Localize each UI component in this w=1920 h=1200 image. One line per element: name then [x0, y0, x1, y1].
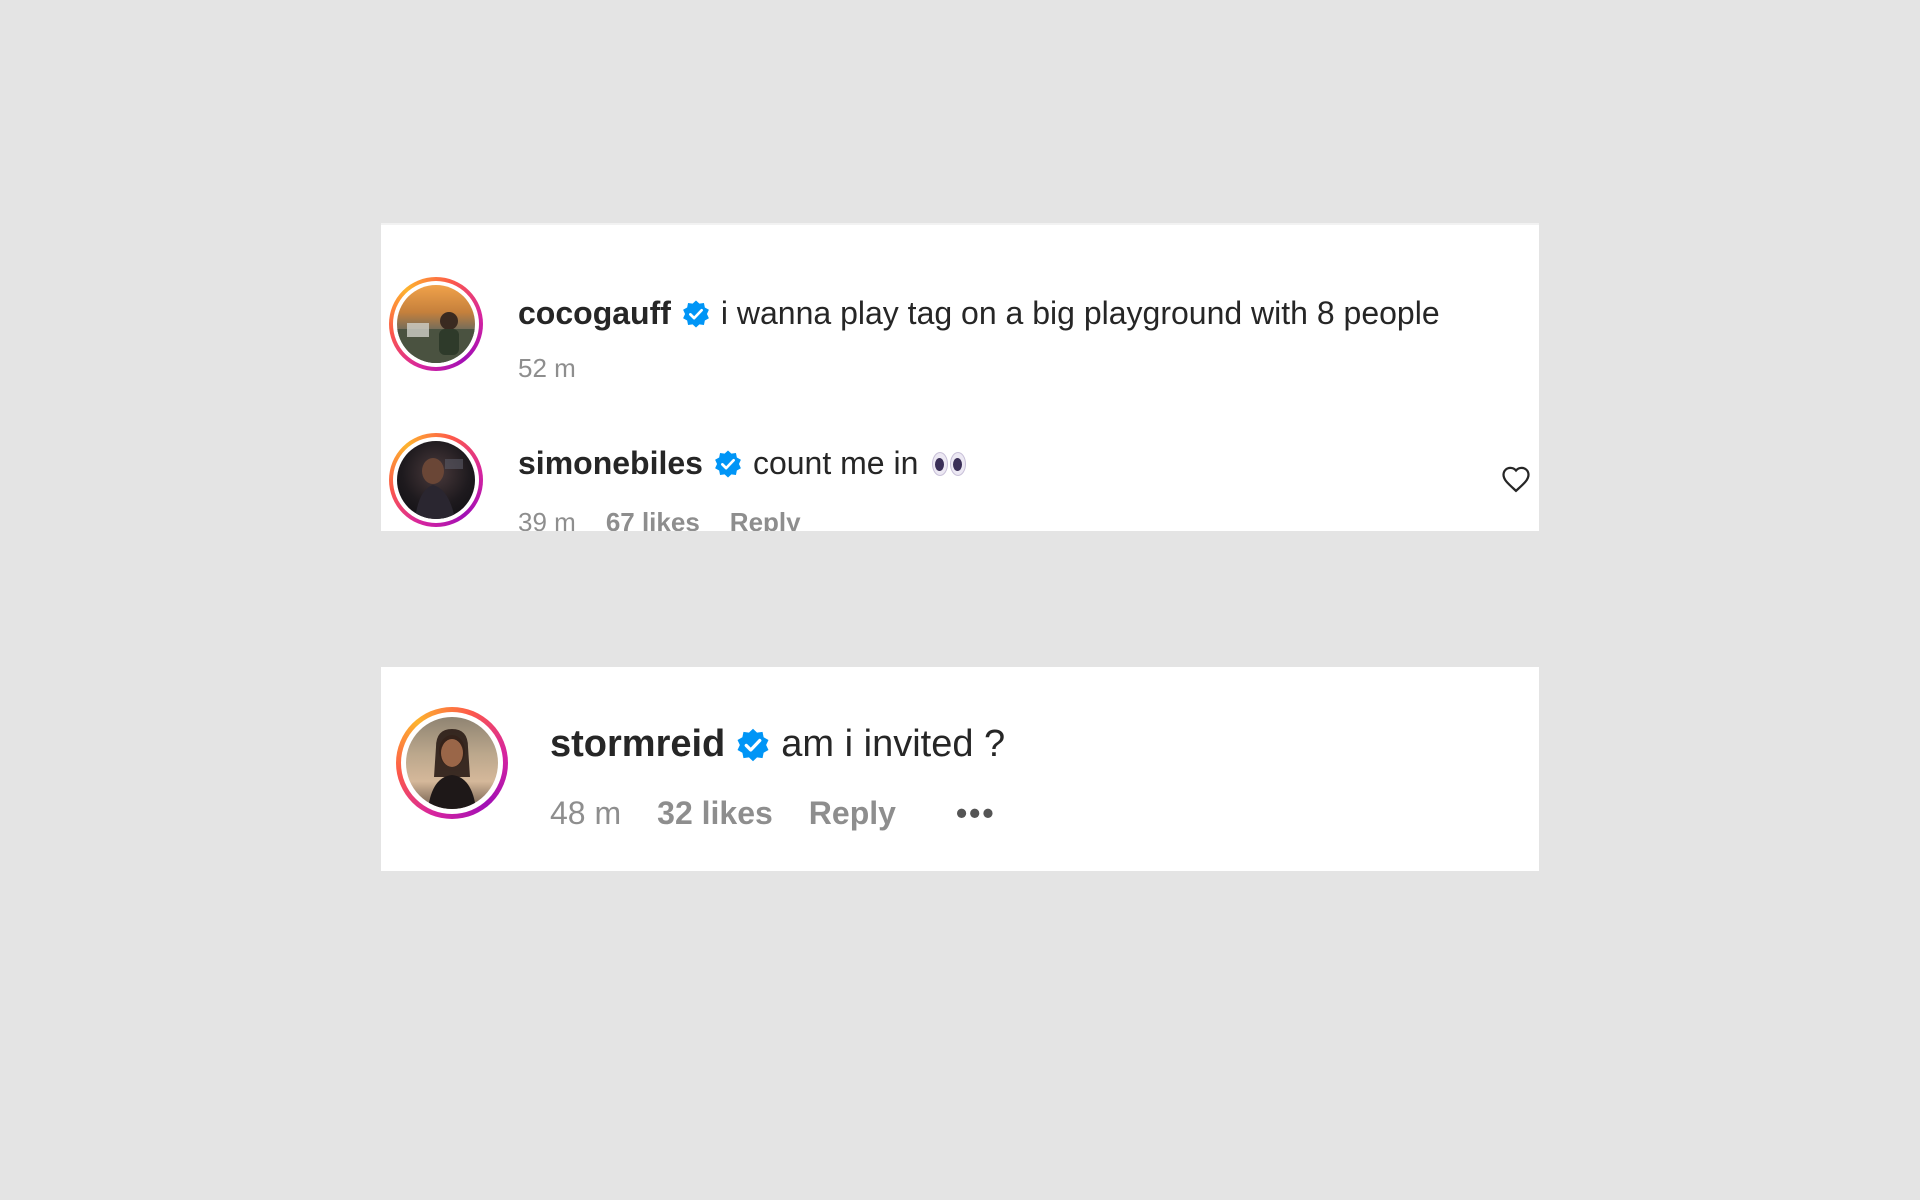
comment-timestamp: 48 m — [550, 795, 622, 831]
reply-button[interactable]: Reply — [730, 507, 801, 531]
heart-icon[interactable] — [1501, 465, 1531, 493]
avatar-stormreid — [406, 717, 498, 809]
comment-timestamp: 39 m — [518, 507, 576, 531]
comment-text: count me in — [752, 445, 919, 481]
story-ring[interactable] — [396, 707, 508, 819]
comment-text: i wanna play tag on a big playground wit… — [720, 295, 1440, 331]
story-ring[interactable] — [389, 277, 483, 371]
comment-username[interactable]: cocogauff — [518, 295, 671, 332]
comment-stormreid: stormreid am i invited ? 48 m 32 likes R… — [381, 707, 1539, 847]
more-options-icon[interactable]: ••• — [956, 795, 996, 832]
verified-badge-icon — [737, 728, 769, 761]
verified-badge-icon — [682, 300, 709, 327]
avatar-photo-scene — [397, 312, 475, 363]
reply-button[interactable]: Reply — [809, 795, 896, 832]
comment-thread-1: cocogauff i wanna play tag on a big play… — [381, 223, 1539, 531]
comment-thread-2: stormreid am i invited ? 48 m 32 likes R… — [381, 667, 1539, 871]
avatar-simonebiles — [397, 441, 475, 519]
avatar-photo-scene — [428, 729, 476, 809]
comment-likes-count[interactable]: 67 likes — [606, 507, 700, 531]
avatar-photo-scene — [415, 458, 463, 519]
verified-badge-icon — [715, 450, 741, 477]
comment-simonebiles: simonebiles count me in 39 m 67 likes Re… — [381, 433, 1539, 531]
comment-username[interactable]: simonebiles — [518, 445, 703, 482]
comment-text: am i invited ? — [781, 723, 1006, 765]
comment-cocogauff: cocogauff i wanna play tag on a big play… — [381, 277, 1539, 387]
comment-timestamp: 52 m — [518, 353, 576, 383]
comment-likes-count[interactable]: 32 likes — [657, 795, 773, 832]
story-ring[interactable] — [389, 433, 483, 527]
eyes-emoji — [932, 451, 967, 476]
avatar-cocogauff — [397, 285, 475, 363]
comment-username[interactable]: stormreid — [550, 723, 725, 766]
